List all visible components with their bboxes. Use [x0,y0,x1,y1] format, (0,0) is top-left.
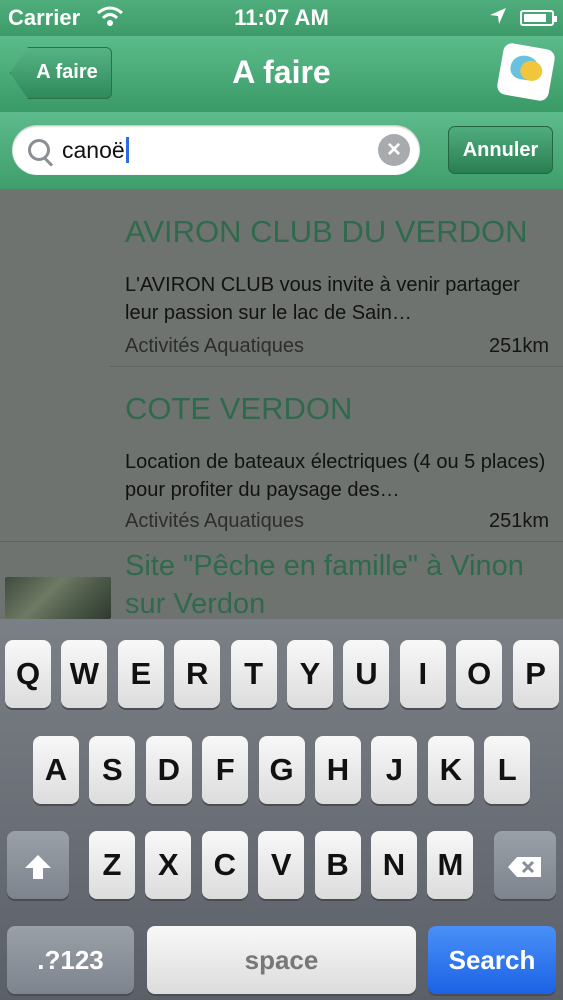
key-p[interactable]: P [512,640,559,708]
key-a[interactable]: A [33,736,79,804]
item-title: COTE VERDON [125,391,353,426]
key-x[interactable]: X [145,831,192,899]
key-n[interactable]: N [371,831,417,899]
search-input[interactable]: canoë × [12,125,420,175]
list-item[interactable]: AVIRON CLUB DU VERDON L'AVIRON CLUB vous… [0,189,563,367]
location-arrow-icon [488,6,508,32]
key-z[interactable]: Z [89,831,135,899]
item-description: Location de bateaux électriques (4 ou 5 … [125,451,546,501]
thumbnail [0,189,110,366]
key-b[interactable]: B [314,831,361,899]
shift-key[interactable] [7,831,69,899]
status-bar: Carrier 11:07 AM [0,0,563,36]
key-s[interactable]: S [89,736,136,804]
clear-icon[interactable]: × [378,134,410,166]
key-t[interactable]: T [230,640,277,708]
key-e[interactable]: E [117,640,164,708]
list-item[interactable]: COTE VERDON Location de bateaux électriq… [0,366,563,542]
results-list: AVIRON CLUB DU VERDON L'AVIRON CLUB vous… [0,189,563,619]
key-y[interactable]: Y [287,640,333,708]
thumbnail [0,366,110,541]
thumbnail-image [5,577,111,619]
key-u[interactable]: U [343,640,390,708]
key-c[interactable]: C [201,831,248,899]
key-h[interactable]: H [315,736,361,804]
search-query: canoë [62,137,125,163]
item-category: Activités Aquatiques [125,335,304,357]
battery-level [524,14,547,22]
key-i[interactable]: I [399,640,446,708]
search-icon [28,139,50,161]
key-v[interactable]: V [258,831,305,899]
numbers-key[interactable]: .?123 [7,926,134,994]
key-r[interactable]: R [174,640,221,708]
search-bar: canoë × Annuler [0,112,563,189]
key-q[interactable]: Q [5,640,51,708]
page-title: A faire [232,54,331,90]
key-g[interactable]: G [258,736,305,804]
cancel-button[interactable]: Annuler [448,126,553,174]
item-title: AVIRON CLUB DU VERDON [125,214,528,249]
delete-key[interactable] [494,831,556,899]
status-time: 11:07 AM [234,5,329,30]
item-description: L'AVIRON CLUB vous invite à venir partag… [125,274,520,324]
text-cursor [125,137,129,163]
key-m[interactable]: M [427,831,474,899]
key-j[interactable]: J [371,736,418,804]
app-logo-icon[interactable] [495,41,557,103]
navigation-bar: A faire A faire [0,36,563,113]
search-key[interactable]: Search [428,926,556,994]
key-l[interactable]: L [484,736,531,804]
keyboard: QWERTYUIOP ASDFGHJKL ZXCVBNM .?123 space… [0,619,563,1000]
key-w[interactable]: W [61,640,108,708]
item-distance: 251km [488,335,549,357]
battery-icon [520,10,557,26]
key-o[interactable]: O [456,640,503,708]
item-title: Site "Pêche en famille" à Vinon sur Verd… [125,550,524,619]
key-k[interactable]: K [427,736,474,804]
key-d[interactable]: D [145,736,192,804]
key-f[interactable]: F [202,736,249,804]
item-category: Activités Aquatiques [125,510,304,532]
item-distance: 251km [488,510,549,532]
space-key[interactable]: space [147,926,416,994]
